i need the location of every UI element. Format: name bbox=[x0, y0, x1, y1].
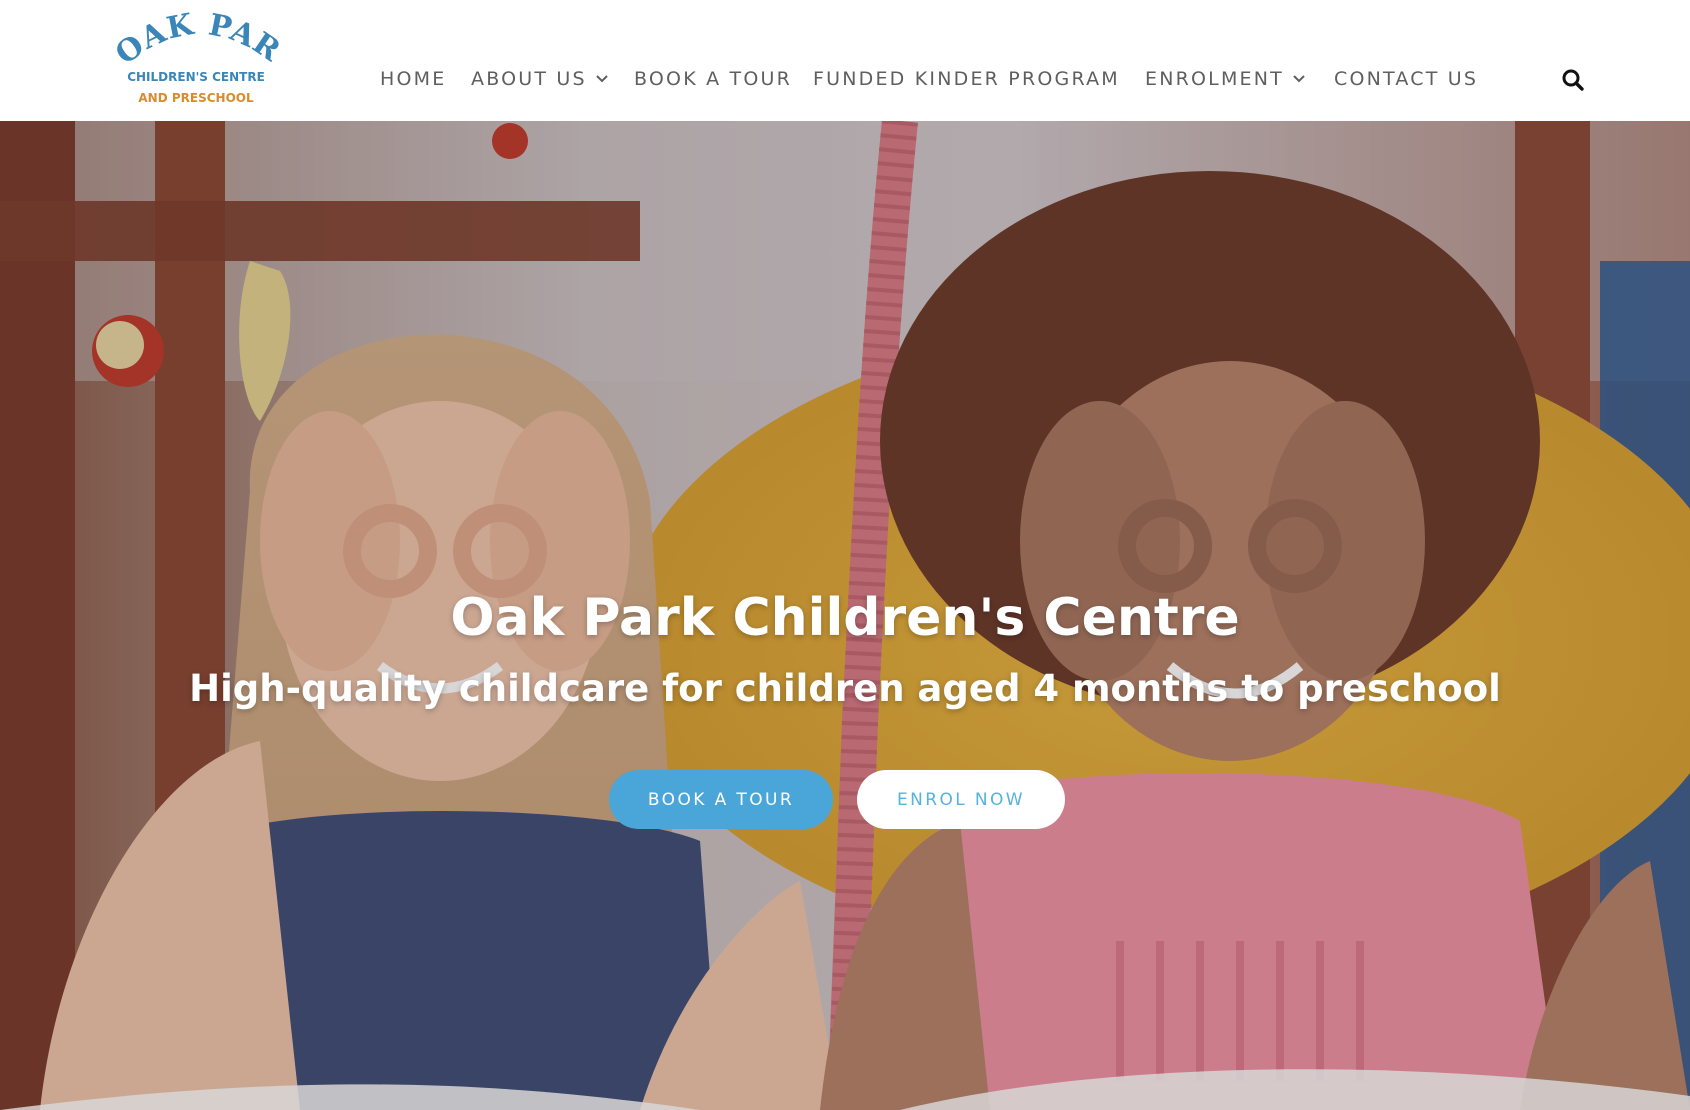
chevron-down-icon bbox=[596, 75, 608, 83]
nav-funded-kinder-program[interactable]: FUNDED KINDER PROGRAM bbox=[813, 66, 1120, 92]
hero-section: Oak Park Children's Centre High-quality … bbox=[0, 121, 1690, 1110]
nav-book-a-tour-label: BOOK A TOUR bbox=[634, 68, 793, 90]
chevron-down-icon bbox=[1293, 75, 1305, 83]
search-icon bbox=[1562, 69, 1584, 91]
nav-enrolment[interactable]: ENROLMENT bbox=[1145, 66, 1305, 92]
nav-about-us[interactable]: ABOUT US bbox=[471, 66, 608, 92]
nav-book-a-tour[interactable]: BOOK A TOUR bbox=[634, 66, 792, 92]
hero-title: Oak Park Children's Centre bbox=[450, 588, 1240, 648]
nav-contact-us-label: CONTACT US bbox=[1334, 68, 1479, 90]
nav-about-us-label: ABOUT US bbox=[471, 68, 587, 90]
book-a-tour-button[interactable]: BOOK A TOUR bbox=[609, 770, 833, 829]
search-button[interactable] bbox=[1561, 68, 1585, 92]
nav-home[interactable]: HOME bbox=[380, 66, 446, 92]
nav-contact-us[interactable]: CONTACT US bbox=[1334, 66, 1478, 92]
hero-subtitle: High-quality childcare for children aged… bbox=[189, 667, 1501, 710]
nav-home-label: HOME bbox=[380, 68, 447, 90]
enrol-now-button[interactable]: ENROL NOW bbox=[857, 770, 1065, 829]
nav-enrolment-label: ENROLMENT bbox=[1145, 68, 1284, 90]
site-header: OAK PARK CHILDREN'S CENTRE AND PRESCHOOL… bbox=[0, 0, 1690, 121]
nav-funded-kinder-program-label: FUNDED KINDER PROGRAM bbox=[813, 68, 1120, 90]
main-nav: HOME ABOUT US BOOK A TOUR FUNDED KINDER … bbox=[0, 0, 1690, 121]
